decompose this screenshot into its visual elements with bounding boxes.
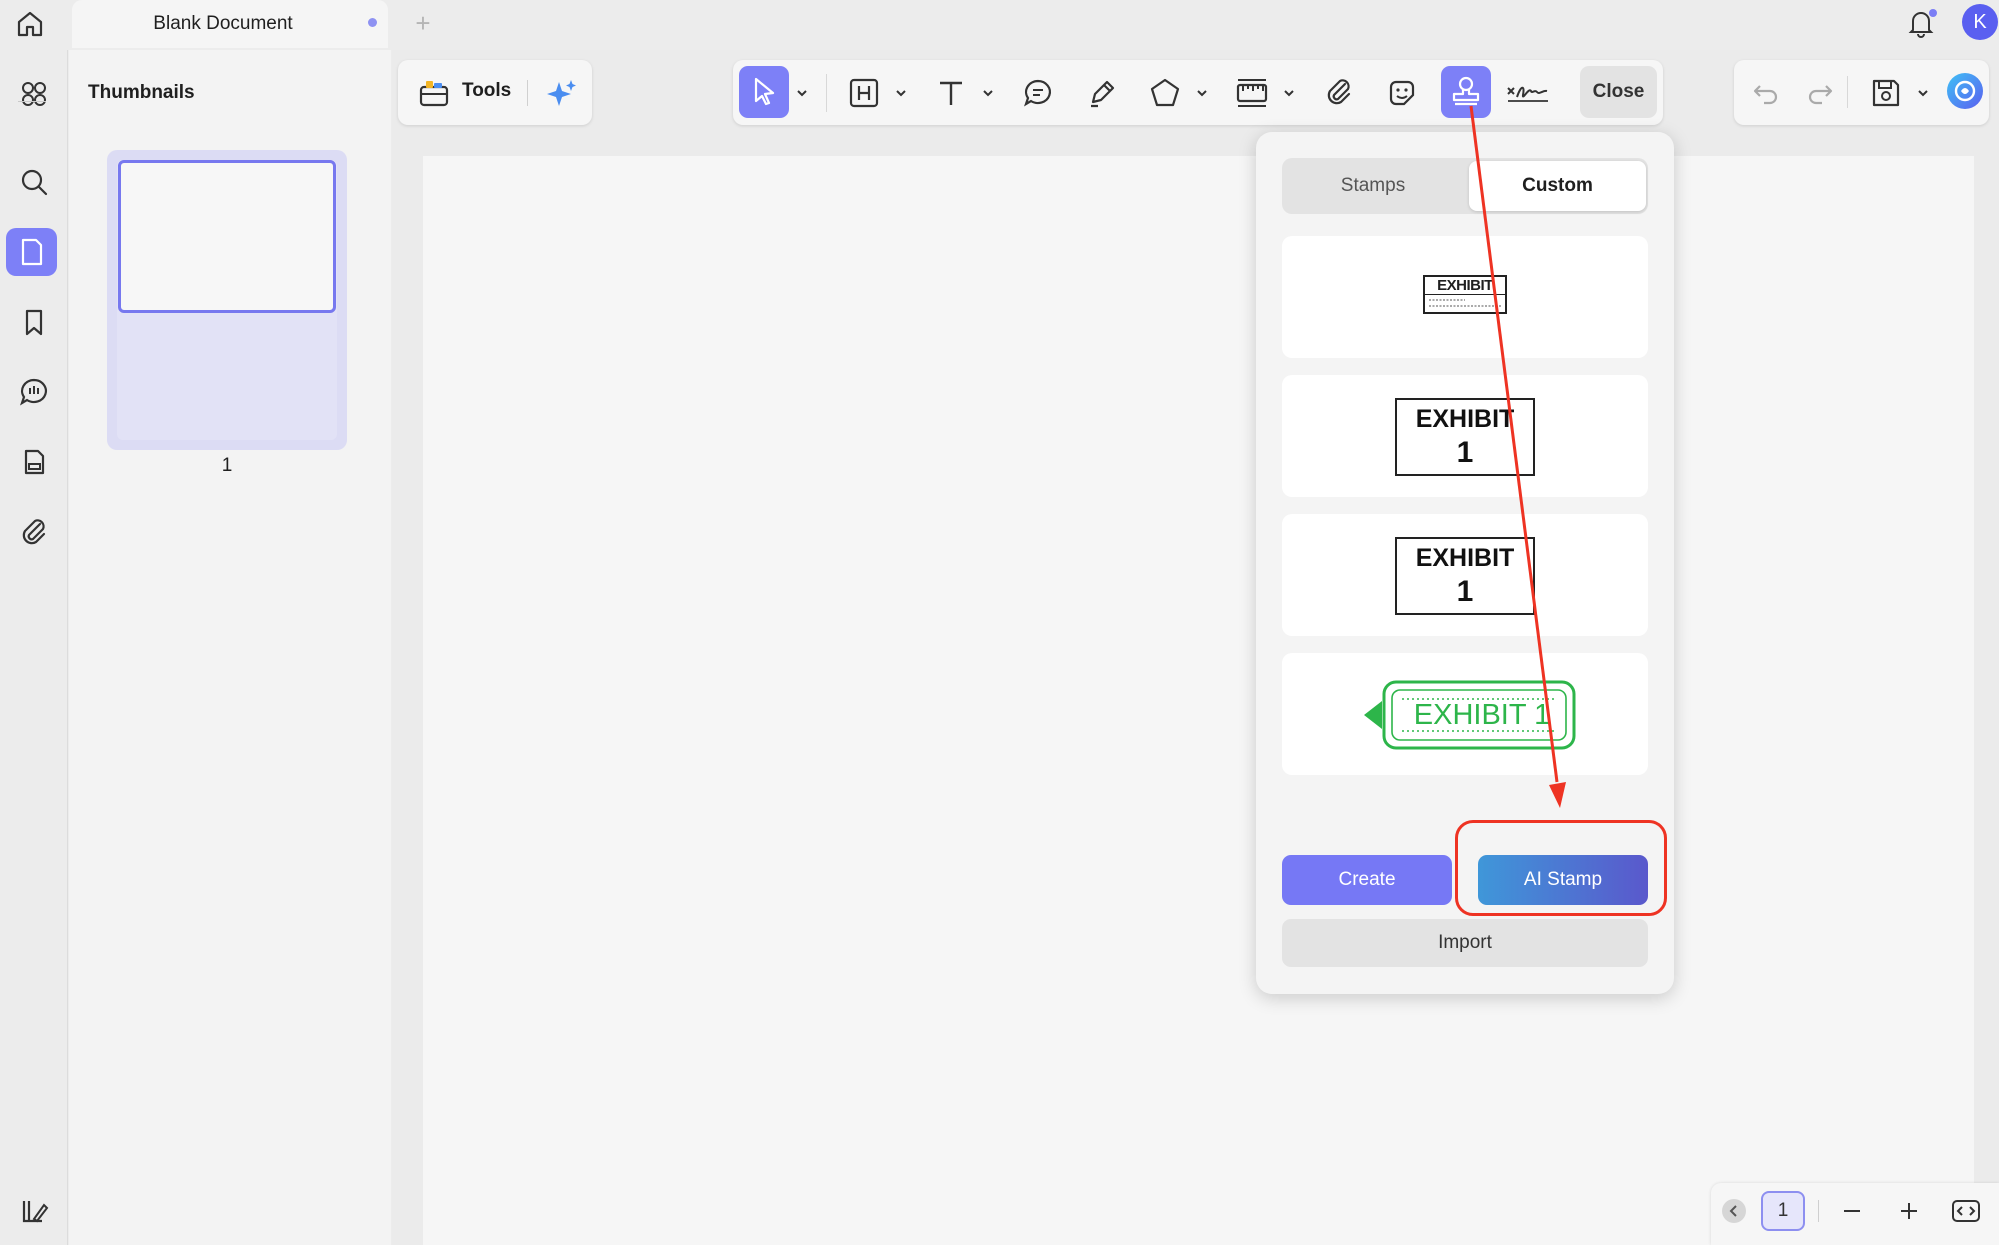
- custom-stamp-2[interactable]: EXHIBIT 1: [1282, 375, 1648, 497]
- shape-tool-icon[interactable]: [1147, 75, 1183, 111]
- custom-stamp-4[interactable]: EXHIBIT 1: [1282, 653, 1648, 775]
- cursor-arrow-icon: [754, 77, 775, 106]
- save-icon[interactable]: [1868, 75, 1904, 111]
- toolbox-icon[interactable]: [416, 76, 452, 110]
- zoom-out-icon[interactable]: [1838, 1197, 1866, 1225]
- stamp-preview-form: EXHIBIT: [1423, 275, 1507, 314]
- document-tab[interactable]: Blank Document: [72, 0, 388, 48]
- stamp-text: EXHIBIT 1: [1413, 699, 1551, 731]
- fit-width-icon[interactable]: [1950, 1195, 1982, 1227]
- chevron-down-icon[interactable]: [1282, 86, 1296, 100]
- new-tab-button[interactable]: +: [412, 10, 434, 36]
- close-button[interactable]: Close: [1580, 66, 1657, 118]
- comments-icon[interactable]: [14, 372, 54, 412]
- stamp-text: EXHIBIT: [1415, 544, 1515, 572]
- chevron-down-icon[interactable]: [1916, 86, 1930, 100]
- ai-assistant-icon[interactable]: [1946, 72, 1984, 110]
- toolbar-divider: [826, 74, 827, 112]
- chevron-left-icon: [1729, 1205, 1737, 1217]
- annotation-highlight-box: [1455, 820, 1667, 916]
- search-icon[interactable]: [14, 162, 54, 202]
- home-icon[interactable]: [10, 4, 50, 44]
- stamp-tool-button[interactable]: [1441, 66, 1491, 118]
- create-stamp-button[interactable]: Create: [1282, 855, 1452, 905]
- thumbnail-page-number: 1: [221, 455, 233, 476]
- measure-tool-icon[interactable]: [1234, 75, 1270, 111]
- stamp-text: EXHIBIT: [1425, 277, 1505, 295]
- pencil-tool-icon[interactable]: [1084, 75, 1120, 111]
- toolbar-divider: [1847, 76, 1848, 108]
- bookmark-icon[interactable]: [14, 302, 54, 342]
- thumbnail-viewport: [118, 160, 336, 313]
- apps-grid-icon[interactable]: [14, 74, 54, 114]
- chevron-down-icon[interactable]: [894, 86, 908, 100]
- stamp-number: 1: [1456, 436, 1474, 469]
- import-stamp-button[interactable]: Import: [1282, 919, 1648, 967]
- undo-icon[interactable]: [1748, 75, 1784, 111]
- chevron-down-icon[interactable]: [795, 86, 809, 100]
- ai-sparkle-icon[interactable]: [543, 76, 579, 112]
- redo-icon[interactable]: [1802, 75, 1838, 111]
- document-tab-title: Blank Document: [153, 13, 293, 34]
- highlight-tool-icon[interactable]: [846, 75, 882, 111]
- comment-tool-icon[interactable]: [1020, 75, 1056, 111]
- custom-stamp-1[interactable]: EXHIBIT: [1282, 236, 1648, 358]
- signature-tool-icon[interactable]: [1505, 75, 1551, 111]
- thumbnails-title: Thumbnails: [88, 82, 195, 103]
- select-tool-button[interactable]: [739, 66, 789, 118]
- tools-button[interactable]: Tools: [462, 80, 511, 102]
- tab-custom[interactable]: Custom: [1469, 161, 1646, 211]
- rail-divider: [18, 101, 46, 102]
- zoom-in-icon[interactable]: [1895, 1197, 1923, 1225]
- attach-file-tool-icon[interactable]: [1321, 75, 1357, 111]
- stamp-form-lines: [1429, 299, 1501, 307]
- stamp-text: EXHIBIT: [1415, 405, 1515, 433]
- text-tool-icon[interactable]: [933, 75, 969, 111]
- chevron-down-icon[interactable]: [1195, 86, 1209, 100]
- attachment-icon[interactable]: [14, 512, 54, 552]
- stamp-preview-boxed: EXHIBIT 1: [1395, 537, 1535, 615]
- forms-icon[interactable]: [14, 442, 54, 482]
- page-number-input[interactable]: 1: [1761, 1191, 1805, 1231]
- tab-stamps[interactable]: Stamps: [1282, 158, 1464, 214]
- chevron-down-icon[interactable]: [981, 86, 995, 100]
- stamp-preview-boxed: EXHIBIT 1: [1395, 398, 1535, 476]
- user-avatar[interactable]: K: [1962, 4, 1998, 40]
- custom-stamp-3[interactable]: EXHIBIT 1: [1282, 514, 1648, 636]
- pager-divider: [1818, 1200, 1819, 1222]
- sticker-tool-icon[interactable]: [1384, 75, 1420, 111]
- sidebar-toggle-icon[interactable]: [14, 1191, 54, 1231]
- stamp-number: 1: [1456, 575, 1474, 608]
- previous-page-button[interactable]: [1722, 1199, 1746, 1223]
- stamp-icon: [1452, 76, 1480, 106]
- unsaved-dot-icon: [368, 18, 377, 27]
- page-icon: [21, 238, 43, 266]
- toolbar-divider: [527, 80, 528, 106]
- thumbnails-nav-button[interactable]: [6, 228, 57, 276]
- notification-badge: [1929, 9, 1937, 17]
- document-page[interactable]: [423, 156, 1974, 1245]
